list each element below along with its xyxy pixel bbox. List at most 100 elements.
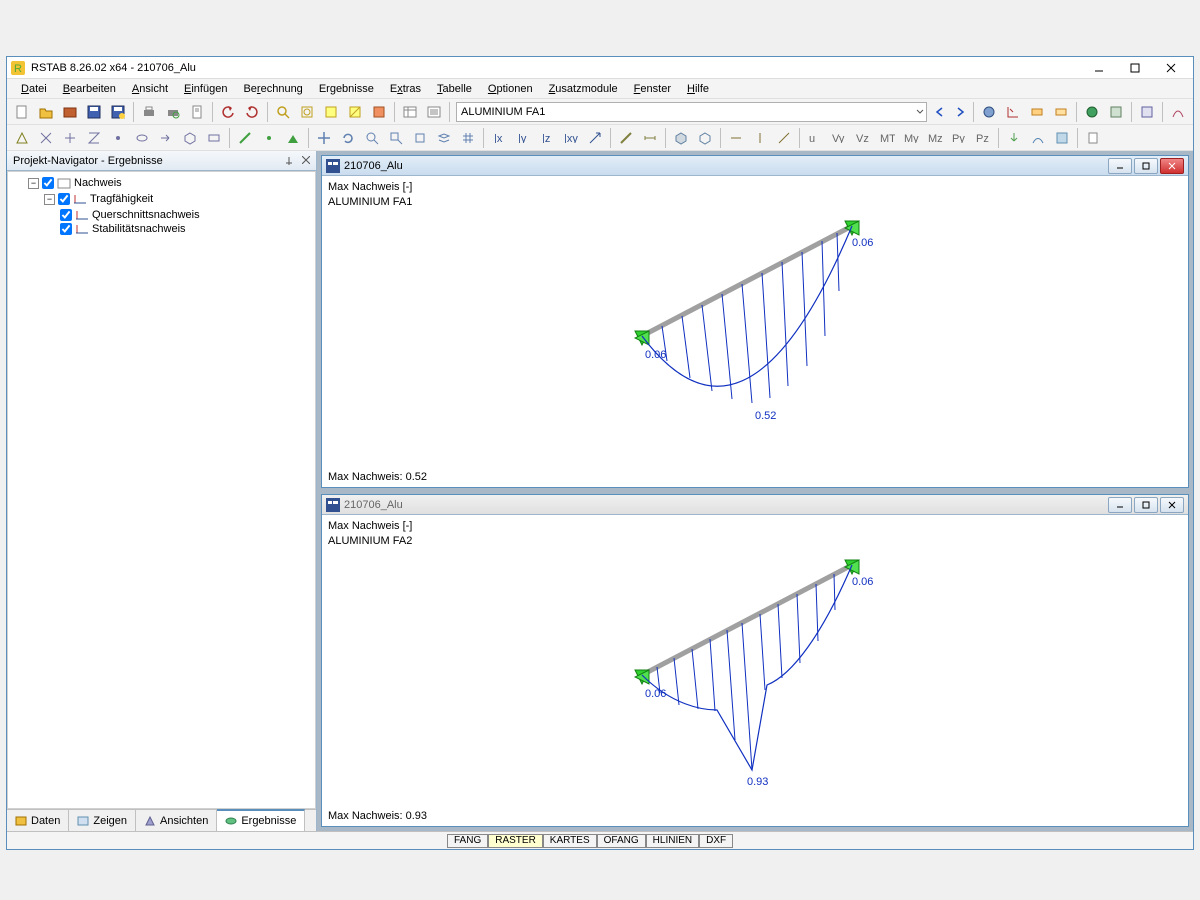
results-icon[interactable] (978, 101, 1000, 123)
view-y-icon[interactable] (59, 127, 81, 149)
status-fang[interactable]: FANG (447, 834, 488, 848)
mdi-header-2[interactable]: 210706_Alu (322, 495, 1188, 515)
notes-icon[interactable] (1082, 127, 1104, 149)
collapse-icon[interactable]: − (44, 194, 55, 205)
diagram-icon[interactable] (1027, 127, 1049, 149)
tree-stabilitaetsnachweis[interactable]: Stabilitätsnachweis (60, 222, 311, 236)
mdi-minimize-2[interactable] (1108, 497, 1132, 513)
status-hlinien[interactable]: HLINIEN (646, 834, 699, 848)
close-button[interactable] (1153, 58, 1189, 78)
menu-zusatzmodule[interactable]: Zusatzmodule (541, 81, 626, 97)
prev-lc-icon[interactable] (931, 103, 949, 121)
axis-x-icon[interactable]: |x (488, 127, 510, 149)
menu-fenster[interactable]: Fenster (626, 81, 679, 97)
results-toggle-icon[interactable] (1050, 101, 1072, 123)
mdi-maximize-1[interactable] (1134, 158, 1158, 174)
box-icon[interactable] (409, 127, 431, 149)
checkbox-stabilitaet[interactable] (60, 223, 72, 235)
center-icon[interactable] (107, 127, 129, 149)
viewport-2[interactable]: Max Nachweis [-] ALUMINIUM FA2 (322, 515, 1188, 826)
force-vz-icon[interactable]: Vz (852, 127, 874, 149)
orbit-icon[interactable] (131, 127, 153, 149)
redo-icon[interactable] (241, 101, 263, 123)
isometric-icon[interactable] (179, 127, 201, 149)
menu-optionen[interactable]: Optionen (480, 81, 541, 97)
table-toggle-icon[interactable] (399, 101, 421, 123)
axis-z-icon[interactable]: |z (536, 127, 558, 149)
force-my-icon[interactable]: My (900, 127, 922, 149)
close-panel-icon[interactable] (302, 156, 310, 166)
pin-icon[interactable] (284, 156, 294, 166)
view-arrow-icon[interactable] (155, 127, 177, 149)
tab-daten[interactable]: Daten (7, 810, 69, 831)
zoom-window-icon[interactable] (385, 127, 407, 149)
view-x-icon[interactable] (35, 127, 57, 149)
maximize-button[interactable] (1117, 58, 1153, 78)
list-icon[interactable] (423, 101, 445, 123)
tab-ansichten[interactable]: Ansichten (136, 810, 217, 831)
status-kartes[interactable]: KARTES (543, 834, 597, 848)
status-raster[interactable]: RASTER (488, 834, 543, 848)
rotate-icon[interactable] (337, 127, 359, 149)
layers-icon[interactable] (433, 127, 455, 149)
tab-zeigen[interactable]: Zeigen (69, 810, 136, 831)
force-mz-icon[interactable]: Mz (924, 127, 946, 149)
collapse-icon[interactable]: − (28, 178, 39, 189)
module-icon[interactable] (368, 101, 390, 123)
mdi-maximize-2[interactable] (1134, 497, 1158, 513)
zoom-icon[interactable] (361, 127, 383, 149)
menu-einfuegen[interactable]: Einfügen (176, 81, 235, 97)
menu-ergebnisse[interactable]: Ergebnisse (311, 81, 382, 97)
dim-h-icon[interactable] (725, 127, 747, 149)
checkbox-tragfaehigkeit[interactable] (58, 193, 70, 205)
tab-ergebnisse[interactable]: Ergebnisse (217, 809, 305, 831)
measure2-icon[interactable] (639, 127, 661, 149)
axis-y-icon[interactable]: |y (512, 127, 534, 149)
search-icon[interactable] (272, 101, 294, 123)
wireframe-icon[interactable] (694, 127, 716, 149)
menu-datei[interactable]: Datei (13, 81, 55, 97)
pan-icon[interactable] (313, 127, 335, 149)
status-dxf[interactable]: DXF (699, 834, 733, 848)
highlight-icon[interactable] (320, 101, 342, 123)
menu-tabelle[interactable]: Tabelle (429, 81, 480, 97)
grid-icon[interactable] (457, 127, 479, 149)
mdi-close-1[interactable] (1160, 158, 1184, 174)
checkbox-nachweis[interactable] (42, 177, 54, 189)
undo-icon[interactable] (217, 101, 239, 123)
status-ofang[interactable]: OFANG (597, 834, 646, 848)
force-py-icon[interactable]: Py (948, 127, 970, 149)
menu-bearbeiten[interactable]: Bearbeiten (55, 81, 124, 97)
menu-berechnung[interactable]: Berechnung (235, 81, 310, 97)
view-z-icon[interactable] (83, 127, 105, 149)
navigator-tree[interactable]: − Nachweis − Tragfähigkeit (7, 171, 316, 809)
measure-icon[interactable] (615, 127, 637, 149)
report-icon[interactable] (186, 101, 208, 123)
loadcase-combo[interactable]: ALUMINIUM FA1 (456, 102, 927, 122)
extras1-icon[interactable] (1167, 101, 1189, 123)
next-lc-icon[interactable] (951, 103, 969, 121)
force-vy-icon[interactable]: Vy (828, 127, 850, 149)
open-project-icon[interactable] (59, 101, 81, 123)
loads-icon[interactable] (1002, 101, 1024, 123)
viewport-1[interactable]: Max Nachweis [-] ALUMINIUM FA1 (322, 176, 1188, 487)
render-icon[interactable] (670, 127, 692, 149)
mdi-close-2[interactable] (1160, 497, 1184, 513)
filter-icon[interactable] (296, 101, 318, 123)
menu-hilfe[interactable]: Hilfe (679, 81, 717, 97)
save-icon[interactable] (83, 101, 105, 123)
tree-root-nachweis[interactable]: − Nachweis − Tragfähigkeit (28, 176, 311, 238)
highlight2-icon[interactable] (344, 101, 366, 123)
print-preview-icon[interactable] (162, 101, 184, 123)
calc-icon[interactable] (1081, 101, 1103, 123)
force-u-icon[interactable]: u (804, 127, 826, 149)
support-reactions-icon[interactable] (1003, 127, 1025, 149)
node-icon[interactable] (258, 127, 280, 149)
axis-xy-icon[interactable]: |xy (560, 127, 582, 149)
dim-v-icon[interactable] (749, 127, 771, 149)
tree-tragfaehigkeit[interactable]: − Tragfähigkeit Querschnittsnachweis (44, 192, 311, 237)
model-check-icon[interactable] (1136, 101, 1158, 123)
arrow-icon[interactable] (584, 127, 606, 149)
member-icon[interactable] (234, 127, 256, 149)
minimize-button[interactable] (1081, 58, 1117, 78)
